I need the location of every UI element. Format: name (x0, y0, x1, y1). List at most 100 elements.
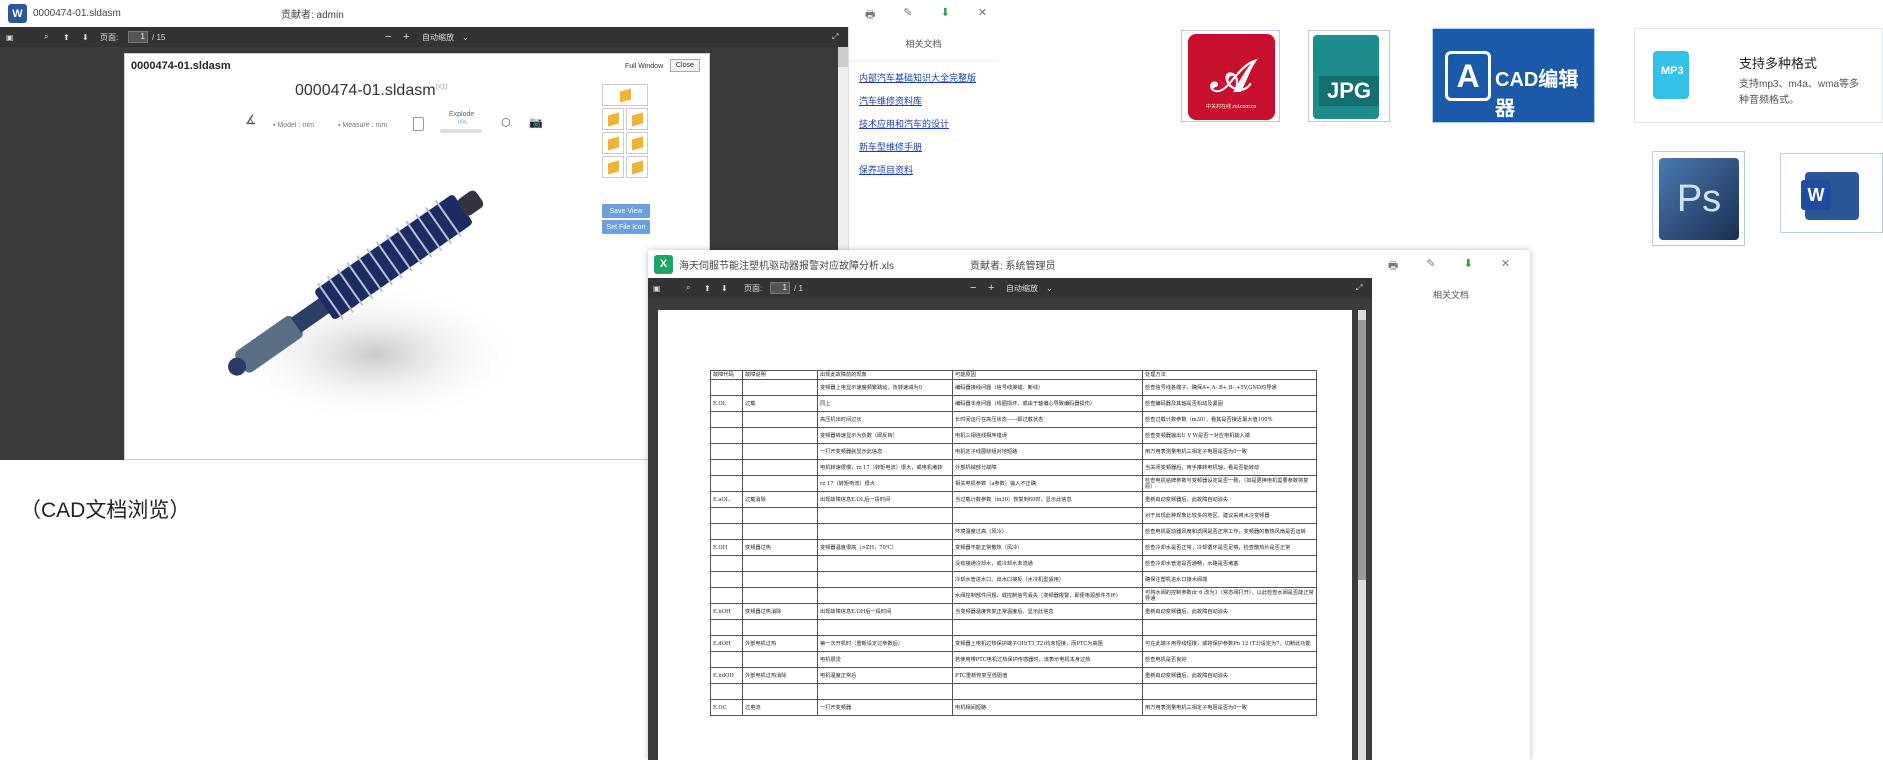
table-cell: 冷却水管进水口、出水口接反（水冷机型适用） (952, 571, 1143, 589)
table-row: 没有接通冷却水，或冷却水未流通 检查冷却水管道是否通畅，水路是否堵塞 (710, 555, 1317, 573)
fullscreen-icon[interactable]: ⤢ (832, 32, 838, 42)
table-cell (710, 683, 743, 701)
table-cell (952, 619, 1143, 637)
related-doc-link[interactable]: 技术应用和汽车的设计 (859, 117, 998, 130)
table-cell: 出现故障信息E.OH后一段时间 (817, 603, 953, 621)
table-cell: 同上 (817, 395, 953, 413)
cube-view-icon[interactable]: ⬡ (501, 116, 511, 129)
table-cell (710, 411, 743, 429)
table-cell: 若使用带PTC电机过热保护传感器时，该表示电机本身过热 (952, 651, 1143, 669)
close-icon[interactable]: ✕ (978, 6, 987, 25)
table-cell: 处理方法 (1142, 369, 1317, 381)
table-cell: E.OH (710, 539, 743, 557)
view-front-button[interactable] (602, 108, 624, 130)
document-page: 故障代码 故障说明 出现此故障前的现象 可能原因 处理方法 变频器上电显示速度频繁跳动，负… (658, 310, 1352, 760)
edit-icon[interactable]: ✎ (1426, 257, 1435, 276)
zoom-select[interactable]: 自动缩放 (1006, 283, 1038, 294)
pdf-icon: 𝒜 中关村在线 zol.com.cn (1181, 30, 1280, 122)
set-file-icon-button[interactable]: Set File Icon (602, 220, 650, 234)
table-cell (952, 683, 1143, 701)
zoom-in-button[interactable]: + (403, 31, 409, 43)
zoom-out-button[interactable]: − (970, 282, 976, 294)
table-cell: 变频器转速显示为负数（即反转） (817, 427, 953, 445)
sidebar-toggle-icon[interactable]: ▣ (6, 33, 14, 42)
page-number-input[interactable]: 1 (128, 31, 148, 43)
shock-absorber-model[interactable] (205, 154, 525, 454)
save-view-button[interactable]: Save View (602, 204, 650, 218)
table-row: E.nOH 变频器过热消除 出现故障信息E.OH后一段时间 当变频器温度恢复正常温度后… (710, 603, 1317, 621)
zoom-select[interactable]: 自动缩放 (422, 32, 454, 43)
section-icon[interactable] (413, 117, 424, 131)
next-page-icon[interactable]: ⬇ (82, 33, 89, 42)
view-iso-button[interactable] (602, 84, 648, 106)
model-unit[interactable]: ▪ Model : mm (273, 122, 314, 129)
table-row: 一打开变频器就显示此信息 电机定子线圈绕组对地短路 用万用表测量电机三相定子电阻是否… (710, 443, 1317, 461)
next-page-icon[interactable]: ⬇ (721, 284, 728, 293)
related-doc-link[interactable]: 保养项目资料 (859, 163, 998, 176)
table-cell: 对于出现此种现象比较多的地区，建议采用水冷变频器 (1142, 507, 1317, 525)
cad-editor-label: CAD编辑器 (1495, 69, 1579, 120)
table-cell: 电机很烫 (817, 651, 953, 669)
fullscreen-icon[interactable]: ⤢ (1356, 283, 1362, 293)
edit-icon[interactable]: ✎ (903, 6, 912, 25)
chevron-down-icon: ⌄ (462, 32, 469, 42)
download-icon[interactable]: ⬇ (941, 6, 950, 25)
view-bottom-button[interactable] (626, 156, 648, 178)
table-cell: 第一次开机时（重新设定过参数后） (817, 635, 953, 653)
page-total: / 15 (152, 32, 166, 42)
print-icon[interactable]: 🖶 (865, 6, 875, 25)
table-cell (710, 619, 743, 637)
table-cell: 用万用表测量电机三相定子电阻是否为0一致 (1142, 699, 1317, 717)
contributor: 贡献者: 系统管理员 (970, 260, 1056, 272)
zoom-out-button[interactable]: − (385, 31, 391, 43)
table-row: 电机很烫 若使用带PTC电机过热保护传感器时，该表示电机本身过热 检查电机是否良好 (710, 651, 1317, 669)
table-cell (1142, 683, 1317, 701)
view-back-button[interactable] (626, 108, 648, 130)
scrollbar[interactable] (1358, 310, 1366, 760)
measure-unit[interactable]: ▪ Measure : mm (338, 122, 387, 129)
table-row: E.OH 变频器过热 变频器温度很高（>ZH，70℃） 变频器不能正常散热（风冷） 检查… (710, 539, 1317, 557)
search-icon[interactable]: ⌕ (44, 32, 48, 42)
view-left-button[interactable] (602, 132, 624, 154)
jpg-icon: JPG (1308, 30, 1390, 122)
table-row: 对于出现此种现象比较多的地区，建议采用水冷变频器 (710, 507, 1317, 525)
table-cell (710, 427, 743, 445)
related-docs-title: 相关文档 (1432, 290, 1469, 300)
related-doc-link[interactable]: 汽车维修资料库 (859, 94, 998, 107)
close-button[interactable]: Close (670, 59, 700, 72)
print-icon[interactable]: 🖶 (1388, 257, 1398, 276)
formats-title: 支持多种格式 (1739, 56, 1818, 71)
page-number-input[interactable]: 1 (770, 282, 790, 294)
table-cell (742, 571, 818, 589)
close-icon[interactable]: ✕ (1501, 257, 1510, 276)
fault-table: 故障代码 故障说明 出现此故障前的现象 可能原因 处理方法 变频器上电显示速度频繁跳动，负… (710, 369, 1317, 717)
prev-page-icon[interactable]: ⬆ (704, 284, 711, 293)
view-right-button[interactable] (626, 132, 648, 154)
table-cell: 电机相间短路 (952, 699, 1143, 717)
table-cell: 外部电机过热 (742, 635, 818, 653)
table-cell: 检查电机驱动器风扇和滤网是否正常工作，变频器的散热风扇是否运转 (1142, 523, 1317, 541)
table-cell: 外部机械部分故障 (952, 459, 1143, 477)
mp3-format-card: MP3 支持多种格式 支持mp3、m4a、wma等多种音频格式。 (1634, 28, 1883, 123)
pdf-watermark: 中关村在线 zol.com.cn (1206, 104, 1257, 110)
camera-icon[interactable]: 📷 (529, 116, 543, 129)
photoshop-icon: Ps (1652, 151, 1745, 246)
sidebar-toggle-icon[interactable]: ▣ (653, 284, 661, 293)
related-doc-link[interactable]: 内部汽车基础知识大全完整版 (859, 71, 998, 84)
angle-icon[interactable]: ∡ (245, 112, 257, 128)
table-cell (817, 555, 953, 573)
related-doc-link[interactable]: 新车型维修手册 (859, 140, 998, 153)
file-name: 0000474-01.sldasm (33, 8, 121, 19)
table-cell: 检查信号线各端子，确保A+,A-,B+,B-,+5V,GND均导通 (1142, 379, 1317, 397)
zoom-in-button[interactable]: + (988, 282, 994, 294)
table-cell (710, 571, 743, 589)
prev-page-icon[interactable]: ⬆ (63, 33, 70, 42)
download-icon[interactable]: ⬇ (1464, 257, 1473, 276)
full-window-link[interactable]: Full Window (625, 63, 663, 70)
table-row: E.OL 过载 同上 编码器本身问题（线圈损坏、或由于轴偏心导致编码器损伤） 检查编码器… (710, 395, 1317, 413)
view-top-button[interactable] (602, 156, 624, 178)
table-row: E.OC 过电流 一打开变频器 电机相间短路 用万用表测量电机三相定子电阻是否为0一致 (710, 699, 1317, 717)
search-icon[interactable]: ⌕ (686, 283, 690, 293)
explode-slider[interactable] (440, 129, 482, 133)
table-cell (710, 379, 743, 397)
